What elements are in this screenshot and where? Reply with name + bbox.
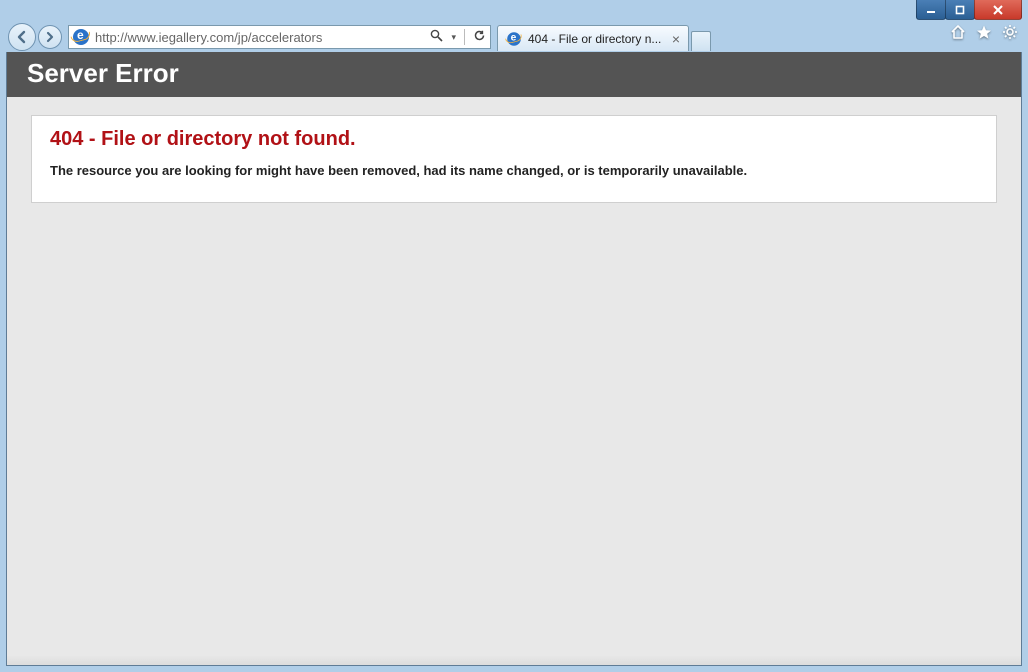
address-bar-tools: ▾: [430, 29, 486, 45]
error-title: 404 - File or directory not found.: [50, 128, 978, 151]
search-icon[interactable]: [430, 29, 443, 45]
ie-icon: [73, 29, 89, 45]
tab-strip: 404 - File or directory n... ×: [497, 23, 711, 51]
error-card: 404 - File or directory not found. The r…: [31, 115, 997, 203]
forward-button[interactable]: [38, 25, 62, 49]
nav-arrows: [8, 23, 62, 51]
back-button[interactable]: [8, 23, 36, 51]
tab-close-icon[interactable]: ×: [672, 32, 680, 46]
tab-title: 404 - File or directory n...: [528, 32, 666, 46]
maximize-button[interactable]: [945, 0, 975, 20]
home-icon[interactable]: [950, 24, 966, 45]
error-description: The resource you are looking for might h…: [50, 163, 978, 178]
minimize-button[interactable]: [916, 0, 946, 20]
address-bar[interactable]: ▾: [68, 25, 491, 49]
server-error-header: Server Error: [7, 52, 1021, 97]
close-button[interactable]: [974, 0, 1022, 20]
search-provider-dropdown[interactable]: ▾: [451, 32, 456, 43]
tools-icon[interactable]: [1002, 24, 1018, 45]
separator: [464, 29, 465, 45]
command-bar: [950, 24, 1018, 45]
favorites-icon[interactable]: [976, 24, 992, 45]
browser-tab[interactable]: 404 - File or directory n... ×: [497, 25, 689, 51]
window-controls: [917, 0, 1022, 20]
new-tab-button[interactable]: [691, 31, 711, 51]
navigation-bar: ▾ 404 - File or directory n... ×: [0, 22, 1028, 52]
url-input[interactable]: [95, 30, 424, 45]
ie-icon: [507, 32, 521, 46]
page-content: Server Error 404 - File or directory not…: [6, 52, 1022, 666]
refresh-icon[interactable]: [473, 29, 486, 45]
